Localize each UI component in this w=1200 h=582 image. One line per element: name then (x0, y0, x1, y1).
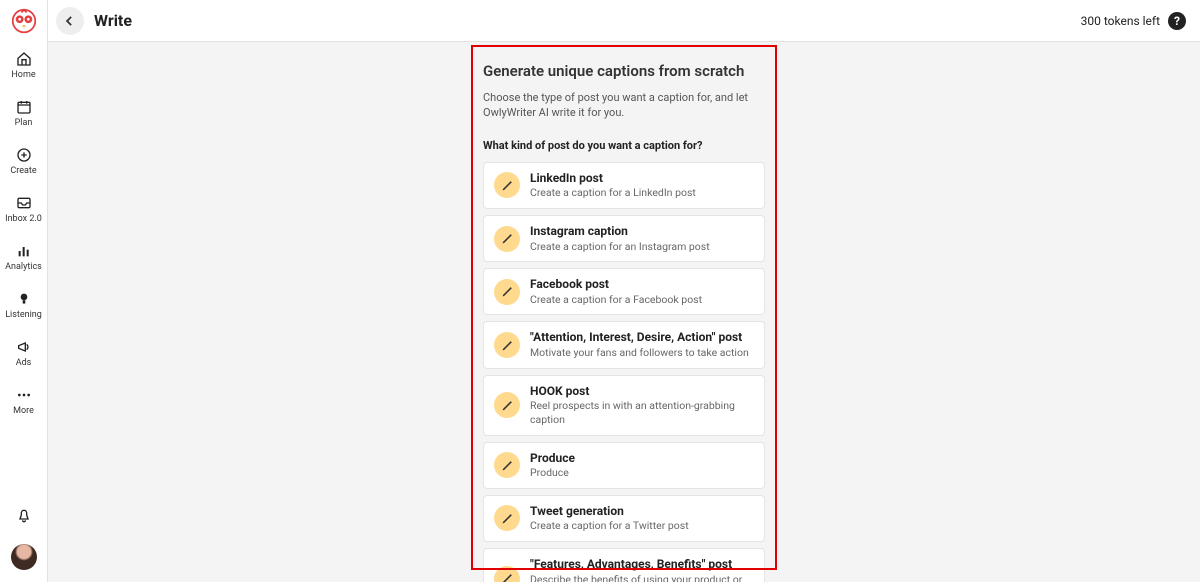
option-facebook-post[interactable]: Facebook postCreate a caption for a Face… (483, 268, 765, 315)
option-title: Produce (530, 451, 575, 467)
plus-circle-icon (15, 146, 33, 164)
content-area: Generate unique captions from scratch Ch… (48, 42, 1200, 582)
tokens-remaining: 300 tokens left (1081, 14, 1160, 28)
pencil-icon (494, 226, 520, 252)
pencil-icon (494, 566, 520, 582)
generate-panel: Generate unique captions from scratch Ch… (479, 50, 769, 582)
sidebar-item-inbox[interactable]: Inbox 2.0 (0, 186, 47, 234)
panel-subtitle: Choose the type of post you want a capti… (483, 90, 765, 121)
sidebar-item-label: More (13, 407, 34, 416)
option-instagram-caption[interactable]: Instagram captionCreate a caption for an… (483, 215, 765, 262)
home-icon (15, 50, 33, 68)
dots-icon (15, 386, 33, 404)
option-title: LinkedIn post (530, 171, 696, 187)
sidebar-item-ads[interactable]: Ads (0, 330, 47, 378)
option-produce[interactable]: ProduceProduce (483, 442, 765, 489)
sidebar-item-label: Home (11, 71, 35, 80)
main: Write 300 tokens left ? Generate unique … (48, 0, 1200, 582)
post-type-options: LinkedIn postCreate a caption for a Link… (483, 162, 765, 582)
option-title: Tweet generation (530, 504, 689, 520)
sidebar-item-analytics[interactable]: Analytics (0, 234, 47, 282)
bulb-icon (15, 290, 33, 308)
option-title: Facebook post (530, 277, 702, 293)
sidebar-item-home[interactable]: Home (0, 42, 47, 90)
option-tweet-generation[interactable]: Tweet generationCreate a caption for a T… (483, 495, 765, 542)
option-desc: Produce (530, 466, 575, 480)
option-title: "Attention, Interest, Desire, Action" po… (530, 330, 749, 346)
pencil-icon (494, 452, 520, 478)
app-logo[interactable] (9, 6, 39, 36)
option-desc: Create a caption for a Twitter post (530, 519, 689, 533)
sidebar-item-create[interactable]: Create (0, 138, 47, 186)
topbar: Write 300 tokens left ? (48, 0, 1200, 42)
sidebar-item-listening[interactable]: Listening (0, 282, 47, 330)
notifications-button[interactable] (15, 506, 33, 524)
option-desc: Describe the benefits of using your prod… (530, 573, 754, 582)
pencil-icon (494, 172, 520, 198)
panel-prompt: What kind of post do you want a caption … (483, 139, 765, 152)
bar-chart-icon (15, 242, 33, 260)
sidebar-item-label: Inbox 2.0 (5, 215, 42, 224)
option-fab-post[interactable]: "Features, Advantages, Benefits" postDes… (483, 548, 765, 582)
option-title: Instagram caption (530, 224, 710, 240)
sidebar-item-label: Plan (15, 119, 33, 128)
pencil-icon (494, 392, 520, 418)
option-linkedin-post[interactable]: LinkedIn postCreate a caption for a Link… (483, 162, 765, 209)
sidebar-item-label: Listening (5, 311, 42, 320)
option-desc: Reel prospects in with an attention-grab… (530, 399, 754, 426)
pencil-icon (494, 505, 520, 531)
option-desc: Create a caption for an Instagram post (530, 240, 710, 254)
option-title: "Features, Advantages, Benefits" post (530, 557, 754, 573)
option-desc: Motivate your fans and followers to take… (530, 346, 749, 360)
back-button[interactable] (56, 7, 84, 35)
panel-title: Generate unique captions from scratch (483, 62, 765, 80)
page-title: Write (94, 11, 132, 30)
sidebar-item-label: Ads (16, 359, 32, 368)
sidebar-item-label: Analytics (5, 263, 42, 272)
sidebar: Home Plan Create Inbox 2.0 Analytics Lis… (0, 0, 48, 582)
pencil-icon (494, 279, 520, 305)
option-desc: Create a caption for a Facebook post (530, 293, 702, 307)
avatar[interactable] (11, 544, 37, 570)
sidebar-item-label: Create (10, 167, 36, 176)
sidebar-item-more[interactable]: More (0, 378, 47, 426)
option-aida-post[interactable]: "Attention, Interest, Desire, Action" po… (483, 321, 765, 368)
pencil-icon (494, 332, 520, 358)
calendar-icon (15, 98, 33, 116)
option-title: HOOK post (530, 384, 754, 400)
inbox-icon (15, 194, 33, 212)
option-hook-post[interactable]: HOOK postReel prospects in with an atten… (483, 375, 765, 436)
sidebar-item-plan[interactable]: Plan (0, 90, 47, 138)
option-desc: Create a caption for a LinkedIn post (530, 186, 696, 200)
help-icon[interactable]: ? (1168, 12, 1186, 30)
megaphone-icon (15, 338, 33, 356)
